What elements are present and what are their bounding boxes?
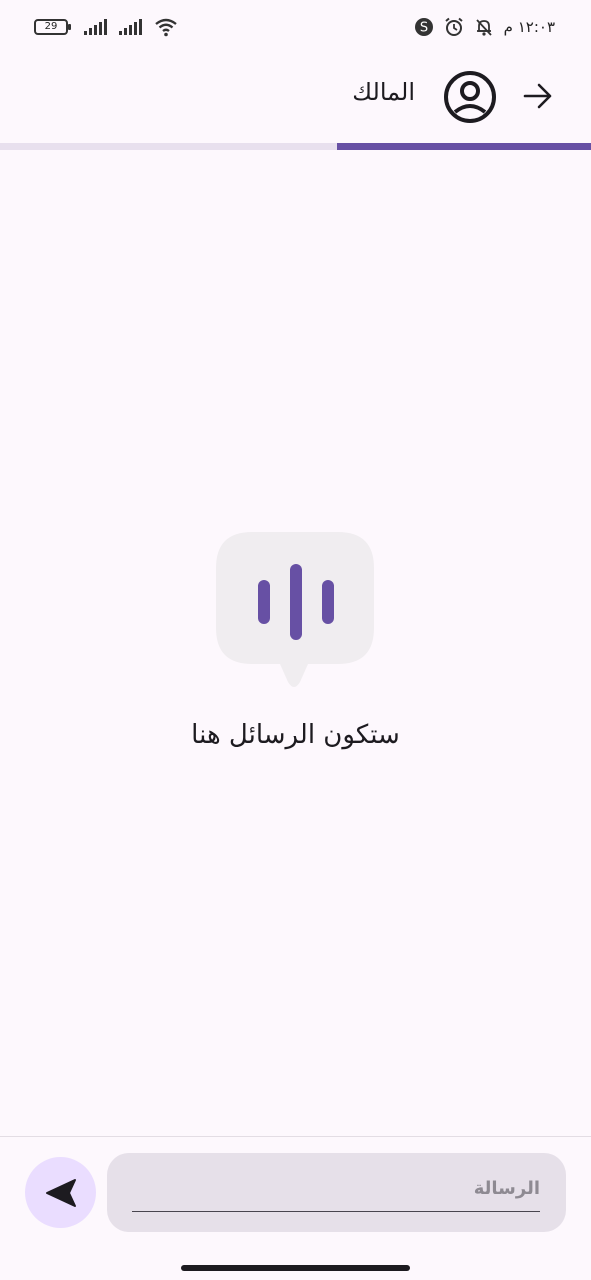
top-app-bar: المالك — [0, 56, 591, 140]
voice-bubble-icon — [216, 532, 374, 687]
status-bar: 29 S ١٢:٠٣ م — [0, 0, 591, 56]
message-input[interactable] — [132, 1163, 540, 1213]
progress-track — [0, 143, 591, 150]
status-left-icons: 29 — [34, 16, 178, 38]
back-button[interactable] — [512, 74, 564, 118]
signal-icon — [119, 19, 142, 35]
battery-level: 29 — [44, 21, 58, 32]
page-title: المالك — [352, 78, 415, 106]
svg-text:S: S — [420, 21, 428, 36]
home-indicator[interactable] — [181, 1265, 410, 1271]
signal-icon — [84, 19, 107, 35]
alarm-icon — [445, 17, 463, 36]
status-right-icons: S ١٢:٠٣ م — [414, 16, 555, 38]
chat-screen: 29 S ١٢:٠٣ م المالك ستكون الرسائل هنا ال… — [0, 0, 591, 1280]
message-field[interactable] — [107, 1153, 566, 1232]
send-button[interactable] — [25, 1157, 96, 1228]
arrow-forward-icon — [523, 83, 552, 109]
status-time: ١٢:٠٣ م — [503, 18, 555, 36]
send-icon — [45, 1178, 76, 1207]
wifi-icon — [155, 18, 177, 37]
mute-icon — [475, 19, 492, 36]
progress-fill — [336, 143, 591, 150]
app-s-icon: S — [414, 18, 433, 36]
battery-icon: 29 — [34, 19, 71, 35]
account-circle-icon[interactable] — [443, 70, 497, 124]
empty-state-message: ستكون الرسائل هنا — [191, 720, 400, 750]
composer-divider — [0, 1136, 591, 1137]
message-input-underline — [132, 1211, 540, 1212]
